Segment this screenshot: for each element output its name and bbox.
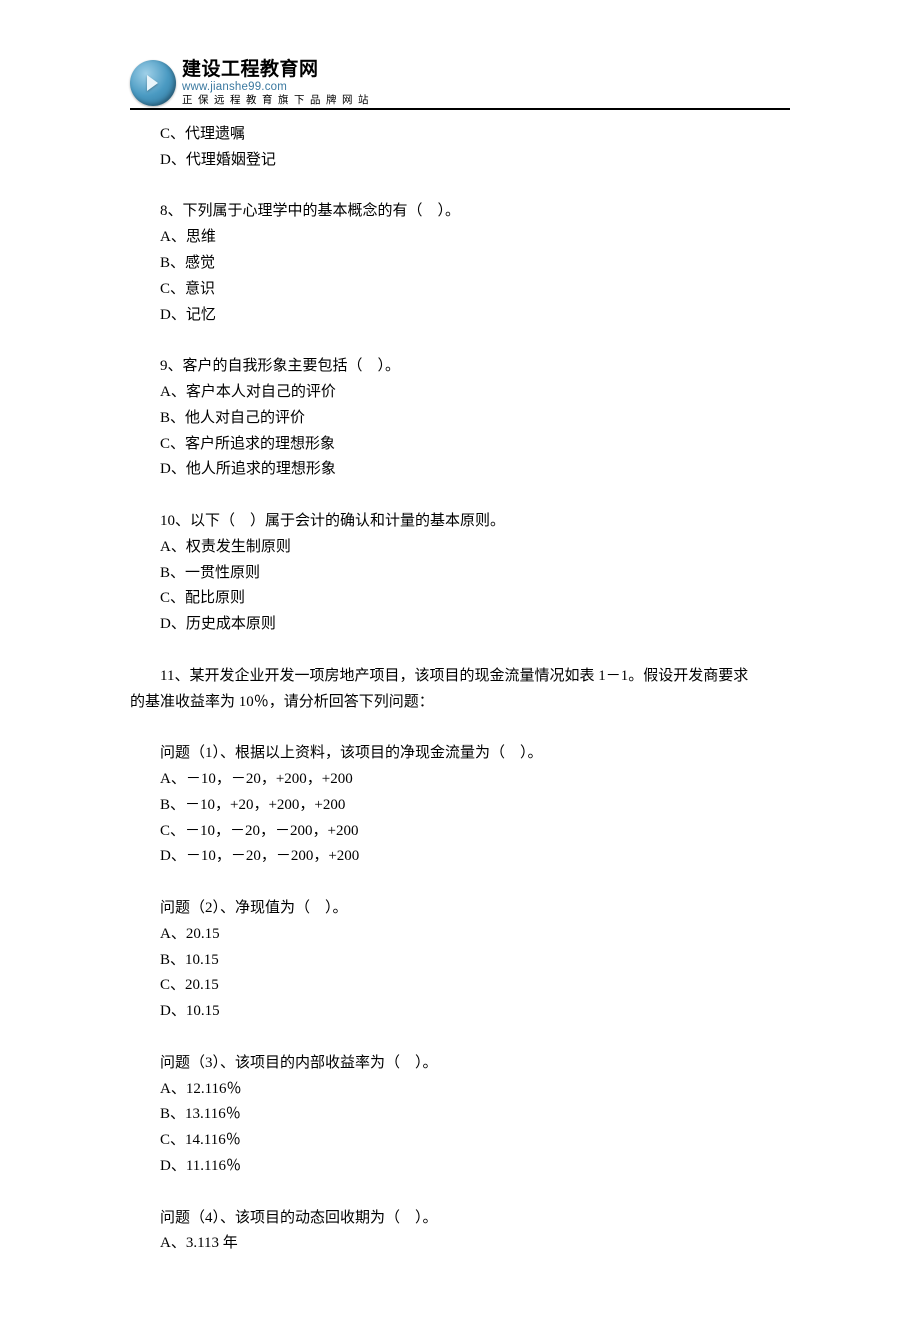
text-line: D、代理婚姻登记 <box>130 148 790 174</box>
text-line: A、12.116％ <box>130 1077 790 1103</box>
text-line: A、3.113 年 <box>130 1231 790 1257</box>
blank-line <box>130 328 790 354</box>
blank-line <box>130 715 790 741</box>
text-line: D、10.15 <box>130 999 790 1025</box>
text-line: B、他人对自己的评价 <box>130 406 790 432</box>
document-page: 建设工程教育网 www.jianshe99.com 正保远程教育旗下品牌网站 C… <box>0 0 920 1337</box>
header-divider <box>130 108 790 110</box>
text-line: C、代理遗嘱 <box>130 122 790 148</box>
text-line: 10、以下（ ）属于会计的确认和计量的基本原则。 <box>130 509 790 535</box>
blank-line <box>130 174 790 200</box>
text-line: C、配比原则 <box>130 586 790 612</box>
text-line: D、他人所追求的理想形象 <box>130 457 790 483</box>
blank-line <box>130 870 790 896</box>
document-body: C、代理遗嘱D、代理婚姻登记8、下列属于心理学中的基本概念的有（ ）。A、思维B… <box>130 122 790 1257</box>
logo-url: www.jianshe99.com <box>182 81 374 94</box>
text-line: B、10.15 <box>130 948 790 974</box>
logo-title: 建设工程教育网 <box>182 60 374 81</box>
text-line: D、11.116％ <box>130 1154 790 1180</box>
text-line: D、历史成本原则 <box>130 612 790 638</box>
logo-text-block: 建设工程教育网 www.jianshe99.com 正保远程教育旗下品牌网站 <box>182 60 374 106</box>
logo-icon <box>130 60 176 106</box>
blank-line <box>130 483 790 509</box>
logo-tagline: 正保远程教育旗下品牌网站 <box>182 95 374 107</box>
text-line: C、－10，－20，－200，+200 <box>130 819 790 845</box>
text-line: 问题（4）、该项目的动态回收期为（ ）。 <box>130 1206 790 1232</box>
text-line: 9、客户的自我形象主要包括（ ）。 <box>130 354 790 380</box>
text-line: 问题（2）、净现值为（ ）。 <box>130 896 790 922</box>
text-line: C、14.116％ <box>130 1128 790 1154</box>
text-line: B、－10，+20，+200，+200 <box>130 793 790 819</box>
text-line: A、20.15 <box>130 922 790 948</box>
text-line: A、权责发生制原则 <box>130 535 790 561</box>
blank-line <box>130 1180 790 1206</box>
text-line: B、13.116％ <box>130 1102 790 1128</box>
blank-line <box>130 638 790 664</box>
site-header: 建设工程教育网 www.jianshe99.com 正保远程教育旗下品牌网站 <box>130 60 790 106</box>
text-line: A、－10，－20，+200，+200 <box>130 767 790 793</box>
text-line: A、客户本人对自己的评价 <box>130 380 790 406</box>
text-line: B、一贯性原则 <box>130 561 790 587</box>
text-line: 的基准收益率为 10％，请分析回答下列问题： <box>130 690 790 716</box>
text-line: 11、某开发企业开发一项房地产项目，该项目的现金流量情况如表 1－1。假设开发商… <box>130 664 790 690</box>
text-line: 问题（1）、根据以上资料，该项目的净现金流量为（ ）。 <box>130 741 790 767</box>
text-line: C、20.15 <box>130 973 790 999</box>
blank-line <box>130 1025 790 1051</box>
text-line: C、意识 <box>130 277 790 303</box>
text-line: 问题（3）、该项目的内部收益率为（ ）。 <box>130 1051 790 1077</box>
text-line: B、感觉 <box>130 251 790 277</box>
text-line: D、记忆 <box>130 303 790 329</box>
text-line: 8、下列属于心理学中的基本概念的有（ ）。 <box>130 199 790 225</box>
text-line: A、思维 <box>130 225 790 251</box>
text-line: D、－10，－20，－200，+200 <box>130 844 790 870</box>
text-line: C、客户所追求的理想形象 <box>130 432 790 458</box>
